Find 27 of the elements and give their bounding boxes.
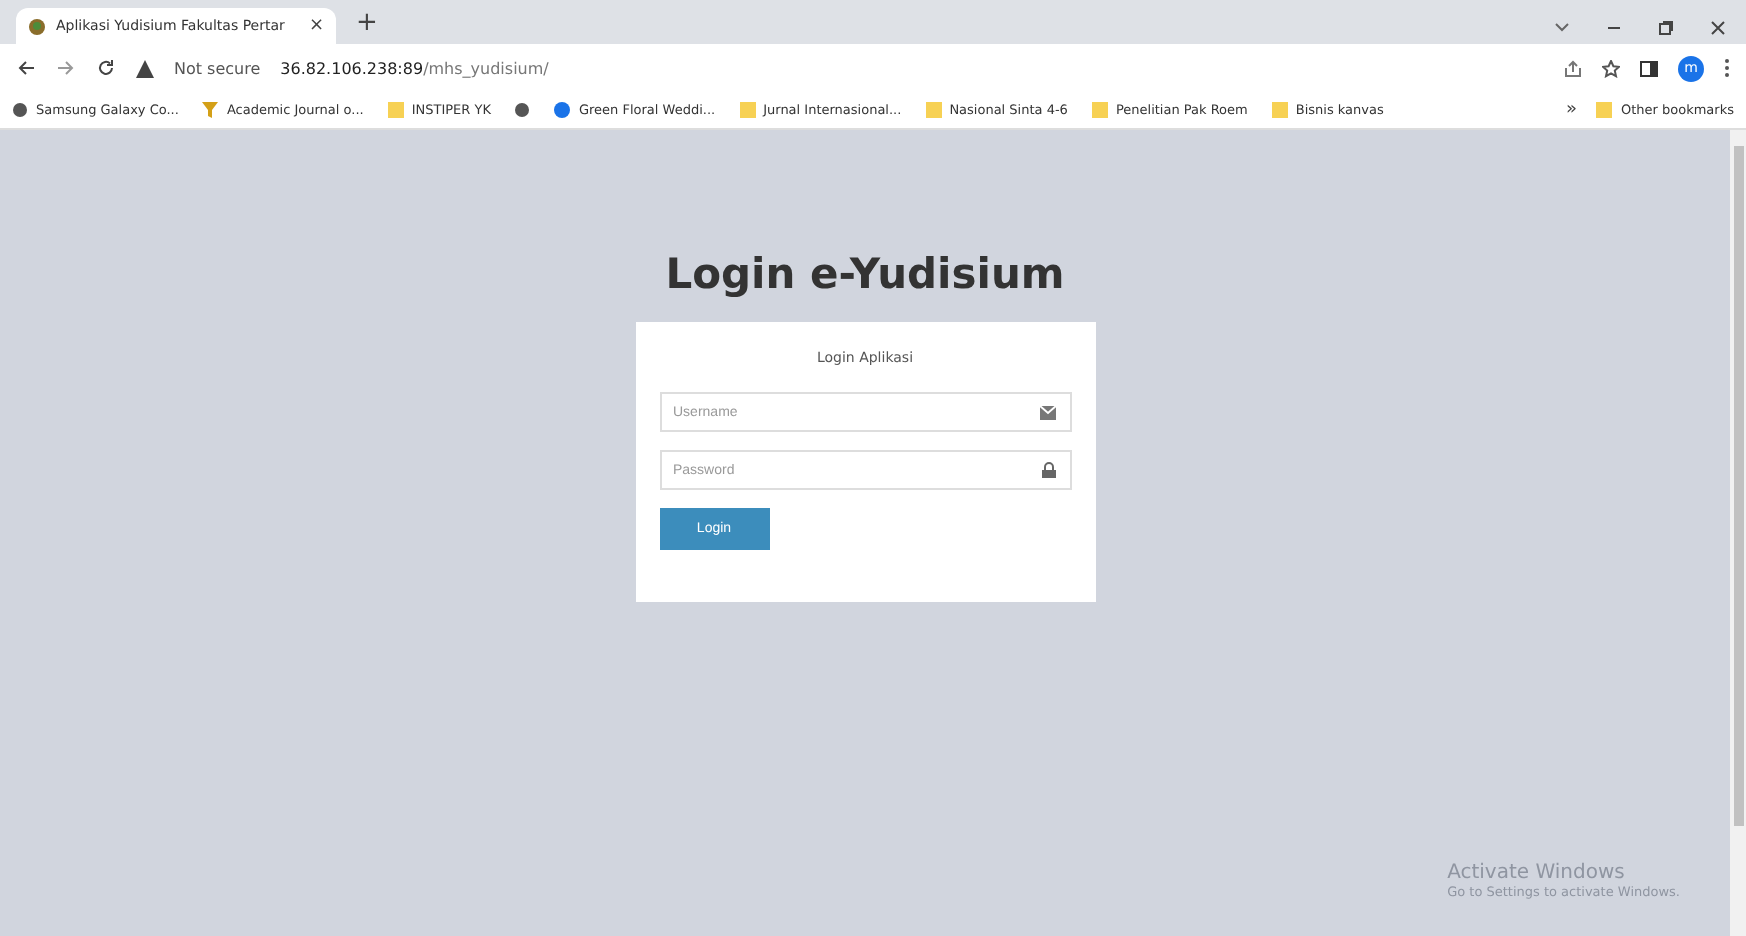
more-bookmarks-button[interactable]: »: [1565, 100, 1577, 120]
close-tab-button[interactable]: ×: [308, 16, 324, 36]
folder-icon: [925, 102, 942, 118]
site-icon: [554, 102, 571, 118]
filter-icon: [202, 102, 219, 118]
address-field[interactable]: 36.82.106.238:89/mhs_yudisium/: [280, 59, 549, 77]
folder-icon: [1091, 102, 1108, 118]
restore-icon[interactable]: [1658, 20, 1674, 36]
side-panel-icon[interactable]: [1640, 59, 1658, 77]
back-icon[interactable]: [16, 58, 36, 78]
share-icon[interactable]: [1564, 59, 1582, 77]
close-icon[interactable]: [1710, 20, 1726, 36]
activation-title: Activate Windows: [1447, 862, 1627, 884]
warning-icon: [136, 59, 154, 77]
forward-icon[interactable]: [56, 58, 76, 78]
folder-icon: [387, 102, 404, 118]
page-heading: Login e-Yudisium: [665, 250, 1065, 298]
menu-icon[interactable]: [1724, 58, 1730, 78]
lock-icon: [1041, 462, 1055, 478]
folder-icon: [739, 102, 756, 118]
star-icon[interactable]: [1602, 59, 1620, 77]
security-label[interactable]: Not secure: [174, 59, 261, 77]
new-tab-button[interactable]: +: [356, 8, 378, 38]
reload-icon[interactable]: [96, 58, 116, 78]
folder-icon: [1271, 102, 1288, 118]
folder-icon: [1596, 102, 1613, 118]
chevron-icon[interactable]: [1554, 20, 1570, 36]
